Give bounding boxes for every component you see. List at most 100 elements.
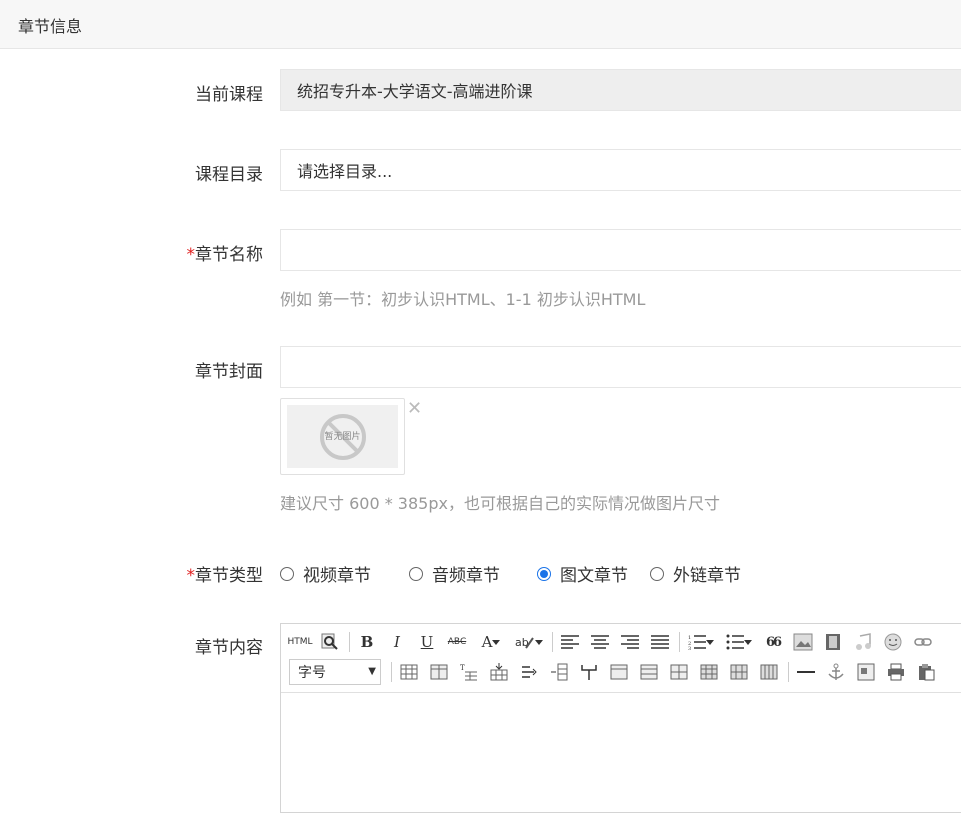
table-title-button[interactable]: T	[458, 661, 480, 683]
chevron-down-icon	[535, 640, 543, 645]
delete-col-button[interactable]	[548, 661, 570, 683]
chapter-name-input[interactable]	[280, 229, 961, 271]
merge-right-icon	[610, 664, 628, 680]
toolbar-separator	[788, 662, 789, 682]
merge-cells-button[interactable]	[578, 661, 600, 683]
highlight-icon: ab	[515, 636, 534, 649]
radio-label: 音频章节	[432, 566, 500, 586]
align-center-button[interactable]	[589, 631, 611, 653]
horizontal-rule-button[interactable]	[795, 661, 817, 683]
table-title-icon: T	[460, 664, 477, 681]
remove-cover-icon[interactable]: ✕	[407, 400, 422, 418]
unordered-list-button[interactable]	[724, 631, 754, 653]
underline-button[interactable]: U	[416, 631, 438, 653]
editor-body[interactable]	[281, 692, 961, 812]
insert-col-button[interactable]	[518, 661, 540, 683]
merge-down-button[interactable]	[638, 661, 660, 683]
strikethrough-button[interactable]: ABC	[446, 631, 468, 653]
frame-icon	[857, 663, 875, 681]
ordered-list-button[interactable]: 123	[686, 631, 716, 653]
content-label: 章节内容	[195, 638, 263, 658]
blockquote-button[interactable]: 66	[762, 631, 784, 653]
insert-music-button[interactable]	[852, 631, 874, 653]
anchor-icon	[828, 663, 844, 680]
radio-article-chapter[interactable]: 图文章节	[537, 561, 628, 586]
toolbar-separator	[391, 662, 392, 682]
cover-hint: 建议尺寸 600 * 385px，也可根据自己的实际情况做图片尺寸	[280, 494, 720, 513]
split-cols-button[interactable]	[728, 661, 750, 683]
align-left-button[interactable]	[559, 631, 581, 653]
radio-label: 图文章节	[560, 566, 628, 586]
music-icon	[856, 633, 871, 650]
align-justify-icon	[651, 635, 669, 649]
print-button[interactable]	[885, 661, 907, 683]
image-icon	[793, 633, 813, 651]
merge-right-button[interactable]	[608, 661, 630, 683]
split-cells-button[interactable]	[668, 661, 690, 683]
catalog-placeholder: 请选择目录...	[297, 162, 393, 181]
insert-table-button[interactable]	[398, 661, 420, 683]
table-icon	[400, 664, 418, 680]
anchor-button[interactable]	[825, 661, 847, 683]
radio-label: 外链章节	[673, 566, 741, 586]
insert-row-icon	[490, 663, 508, 681]
editor-toolbar: HTML B I U ABC A ab 1 2 3 66 字号 ▼ T	[281, 624, 961, 693]
radio-label: 视频章节	[303, 566, 371, 586]
radio-circle[interactable]	[280, 566, 294, 581]
insert-video-button[interactable]	[822, 631, 844, 653]
insert-image-button[interactable]	[792, 631, 814, 653]
radio-audio-chapter[interactable]: 音频章节	[409, 561, 500, 586]
radio-circle[interactable]	[409, 566, 423, 581]
radio-video-chapter[interactable]: 视频章节	[280, 561, 371, 586]
chevron-down-icon: ▼	[368, 666, 376, 677]
name-label-text: 章节名称	[195, 245, 263, 265]
chevron-down-icon	[744, 640, 752, 645]
delete-col-icon	[551, 663, 568, 681]
cover-input[interactable]	[280, 346, 961, 388]
radio-circle-checked[interactable]	[537, 566, 551, 581]
font-color-button[interactable]: A	[476, 631, 506, 653]
split-rows-icon	[700, 664, 718, 680]
toolbar-row-2: 字号 ▼ T	[289, 659, 945, 685]
highlight-button[interactable]: ab	[514, 631, 544, 653]
align-right-button[interactable]	[619, 631, 641, 653]
merge-cells-icon	[581, 665, 597, 680]
split-rows-button[interactable]	[698, 661, 720, 683]
toolbar-separator	[349, 632, 350, 652]
required-mark: *	[186, 245, 196, 265]
chevron-down-icon	[492, 640, 501, 645]
bold-button[interactable]: B	[356, 631, 378, 653]
required-mark: *	[186, 566, 196, 586]
svg-text:T: T	[460, 664, 465, 672]
toolbar-row-1: HTML B I U ABC A ab 1 2 3 66	[287, 629, 942, 655]
search-icon	[321, 633, 338, 650]
preview-button[interactable]	[319, 631, 341, 653]
delete-table-button[interactable]	[758, 661, 780, 683]
cover-label: 章节封面	[195, 362, 263, 382]
cover-placeholder: 暂无图片	[287, 405, 398, 468]
align-justify-button[interactable]	[649, 631, 671, 653]
align-center-icon	[591, 635, 609, 649]
link-button[interactable]	[912, 631, 934, 653]
cover-thumbnail[interactable]: 暂无图片	[280, 398, 405, 475]
panel-header: 章节信息	[0, 0, 961, 49]
smiley-icon	[884, 633, 902, 651]
radio-circle[interactable]	[650, 566, 664, 581]
catalog-select[interactable]: 请选择目录...	[280, 149, 961, 191]
course-value: 统招专升本-大学语文-高端进阶课	[297, 82, 533, 101]
table-props-button[interactable]	[428, 661, 450, 683]
italic-button[interactable]: I	[386, 631, 408, 653]
course-label: 当前课程	[195, 85, 263, 105]
insert-frame-button[interactable]	[855, 661, 877, 683]
split-cells-icon	[670, 664, 688, 680]
emotion-button[interactable]	[882, 631, 904, 653]
svg-text:3: 3	[688, 646, 691, 650]
font-size-select[interactable]: 字号 ▼	[289, 659, 381, 685]
paste-button[interactable]	[915, 661, 937, 683]
radio-link-chapter[interactable]: 外链章节	[650, 561, 741, 586]
delete-table-icon	[760, 664, 778, 680]
unordered-list-icon	[726, 634, 744, 650]
insert-row-button[interactable]	[488, 661, 510, 683]
html-source-button[interactable]: HTML	[287, 631, 312, 653]
font-color-label: A	[481, 633, 493, 651]
